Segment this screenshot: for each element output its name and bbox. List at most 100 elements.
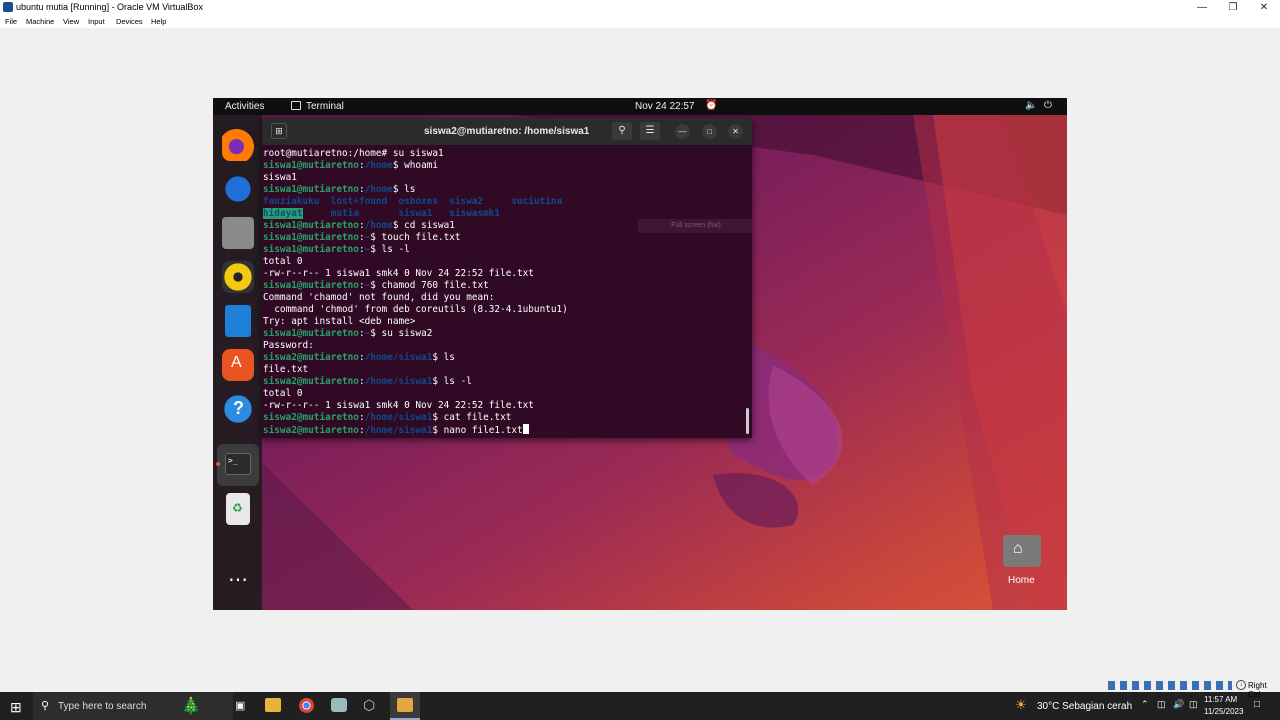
apps-grid-icon[interactable]: ⋯	[222, 567, 254, 599]
terminal-line: Password:	[263, 340, 741, 352]
show-hidden-icons[interactable]: ⌃	[1141, 699, 1149, 710]
windows-taskbar: ⊞ ⚲ Type here to search 🎄 ▣ ⬡ ☀ 30°C Seb…	[0, 692, 1280, 720]
terminal-line: siswa1@mutiaretno:~$ touch file.txt	[263, 232, 741, 244]
terminal-text: $ ls -l	[370, 244, 410, 255]
terminal-text: /home/siswa1	[364, 376, 433, 387]
terminal-text: $ chamod 760 file.txt	[370, 280, 489, 291]
terminal-line: fauziakuku lost+found osboxes siswa2 suc…	[263, 196, 741, 208]
hamburger-menu-button[interactable]: ☰	[640, 122, 660, 140]
software-icon[interactable]: A	[222, 349, 254, 381]
menu-view[interactable]: View	[63, 17, 79, 26]
terminal-line: siswa1@mutiaretno:~$ su siswa2	[263, 328, 741, 340]
taskbar-date[interactable]: 11/25/2023	[1204, 707, 1243, 716]
menu-file[interactable]: File	[5, 17, 17, 26]
close-button[interactable]: ✕	[1248, 0, 1280, 15]
chrome-icon[interactable]	[299, 698, 314, 713]
menu-machine[interactable]: Machine	[26, 17, 54, 26]
volume-icon[interactable]: 🔈	[1025, 100, 1037, 111]
terminal-text: /home/siswa1	[364, 352, 433, 363]
firefox-icon[interactable]	[222, 129, 254, 161]
menu-input[interactable]: Input	[88, 17, 105, 26]
terminal-window[interactable]: ⊞ siswa2@mutiaretno: /home/siswa1 ⚲ ☰ — …	[262, 118, 752, 438]
windows-start-icon[interactable]: ⊞	[10, 699, 22, 716]
virtualbox-vm-taskbar-icon[interactable]	[390, 692, 420, 720]
terminal-text: $ cat file.txt	[432, 412, 512, 423]
host-key-arrow-icon: ↓	[1236, 680, 1246, 690]
terminal-text: -rw-r--r-- 1 siswa1 smk4 0 Nov 24 22:52 …	[263, 268, 534, 279]
terminal-text: total 0	[263, 256, 303, 267]
tooltip: Full screen (hw)	[638, 219, 752, 233]
home-folder-icon[interactable]: ⌂	[1003, 535, 1041, 567]
terminal-text: siswa1@mutiaretno	[263, 232, 359, 243]
terminal-line: siswa1	[263, 172, 741, 184]
terminal-text: $ touch file.txt	[370, 232, 461, 243]
scrollbar-thumb[interactable]	[746, 408, 749, 434]
network-icon[interactable]: ◫	[1157, 699, 1166, 710]
search-icon: ⚲	[41, 700, 50, 712]
terminal-line: siswa1@mutiaretno:/home$ whoami	[263, 160, 741, 172]
terminal-text: mutia siswa1 siswasmk1	[302, 208, 501, 219]
thunderbird-icon[interactable]	[222, 173, 254, 205]
terminal-text: siswa1@mutiaretno	[263, 280, 359, 291]
help-icon[interactable]: ?	[222, 393, 254, 425]
terminal-line: total 0	[263, 256, 741, 268]
search-button[interactable]: ⚲	[612, 122, 632, 140]
terminal-text: $ nano file1.txt	[432, 425, 523, 436]
speaker-icon[interactable]: 🔊	[1173, 699, 1184, 710]
new-tab-button[interactable]: ⊞	[271, 123, 287, 139]
terminal-line: siswa1@mutiaretno:/home$ ls	[263, 184, 741, 196]
home-label[interactable]: Home	[1008, 575, 1035, 586]
terminal-line: command 'chmod' from deb coreutils (8.32…	[263, 304, 741, 316]
terminal-output[interactable]: root@mutiaretno:/home# su siswa1 siswa1@m…	[263, 148, 741, 436]
weather-icon[interactable]: ☀	[1015, 697, 1027, 713]
terminal-title: siswa2@mutiaretno: /home/siswa1	[424, 126, 590, 137]
terminal-text: hidayat	[263, 208, 303, 219]
device-status-icons[interactable]	[1108, 681, 1232, 690]
clock[interactable]: Nov 24 22:57	[635, 101, 695, 112]
writer-icon[interactable]	[225, 305, 251, 337]
menu-devices[interactable]: Devices	[116, 17, 143, 26]
power-icon[interactable]: ⏻	[1044, 100, 1052, 111]
terminal-line: -rw-r--r-- 1 siswa1 smk4 0 Nov 24 22:52 …	[263, 400, 741, 412]
virtualbox-icon	[3, 2, 13, 12]
ubuntu-dock: A ? >_ ♻ ⋯	[213, 115, 262, 610]
task-view-icon[interactable]: ▣	[235, 699, 245, 712]
trash-icon[interactable]: ♻	[226, 493, 250, 525]
activities-button[interactable]: Activities	[225, 101, 264, 112]
terminal-text: command 'chmod' from deb coreutils (8.32…	[263, 304, 568, 315]
search-box[interactable]: ⚲ Type here to search 🎄	[33, 692, 233, 720]
minimize-window-button[interactable]: —	[675, 124, 690, 139]
alarm-icon: ⏰	[705, 100, 718, 111]
restore-button[interactable]: ❐	[1217, 0, 1249, 15]
vbox-menubar: File Machine View Input Devices Help	[0, 15, 1280, 28]
minimize-button[interactable]: —	[1186, 0, 1218, 15]
weather-text[interactable]: 30°C Sebagian cerah	[1037, 701, 1132, 712]
terminal-text: /home/siswa1	[364, 412, 433, 423]
terminal-headerbar[interactable]: ⊞ siswa2@mutiaretno: /home/siswa1 ⚲ ☰ — …	[262, 118, 752, 145]
running-indicator	[216, 462, 220, 466]
terminal-line: file.txt	[263, 364, 741, 376]
virtualbox-manager-icon[interactable]: ⬡	[363, 697, 375, 714]
terminal-text: siswa1@mutiaretno	[263, 328, 359, 339]
menu-help[interactable]: Help	[151, 17, 166, 26]
maximize-window-button[interactable]: □	[702, 124, 717, 139]
terminal-line: root@mutiaretno:/home# su siswa1	[263, 148, 741, 160]
battery-icon[interactable]: ◫	[1189, 699, 1198, 710]
terminal-text: Try: apt install <deb name>	[263, 316, 416, 327]
app-icon[interactable]	[331, 698, 347, 712]
terminal-text: /home	[364, 160, 393, 171]
notification-icon[interactable]: □	[1254, 699, 1260, 710]
terminal-text: siswa1@mutiaretno	[263, 220, 359, 231]
taskbar-time[interactable]: 11:57 AM	[1204, 695, 1237, 704]
files-icon[interactable]	[222, 217, 254, 249]
search-highlight-icon: 🎄	[181, 698, 201, 715]
terminal-text: root@mutiaretno:/home# su siswa1	[263, 148, 444, 159]
terminal-text: siswa2@mutiaretno	[263, 412, 359, 423]
close-window-button[interactable]: ✕	[728, 124, 743, 139]
terminal-icon[interactable]: >_	[217, 444, 259, 486]
rhythmbox-icon[interactable]	[222, 261, 254, 293]
guest-screen[interactable]: Activities Terminal Nov 24 22:57 ⏰ 🔈 ⏻ ⌂…	[213, 98, 1067, 610]
file-explorer-icon[interactable]	[265, 698, 281, 712]
app-menu[interactable]: Terminal	[306, 101, 344, 112]
terminal-text: siswa2@mutiaretno	[263, 425, 359, 436]
